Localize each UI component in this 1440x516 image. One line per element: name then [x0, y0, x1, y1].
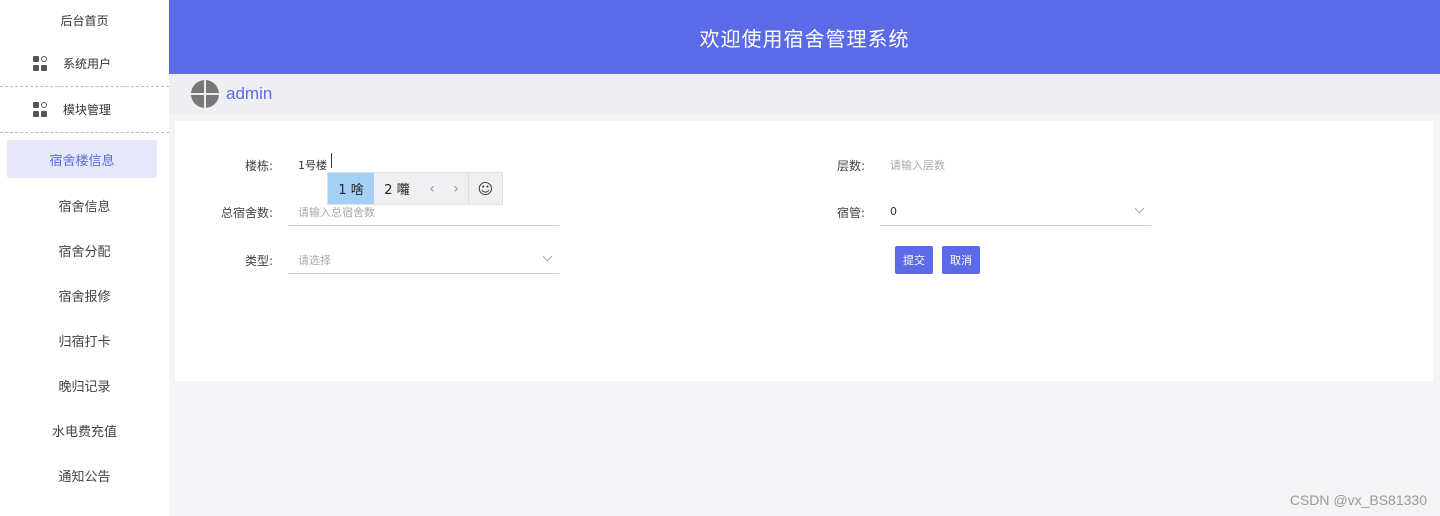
ime-candidate-box: 1 啥 2 囖 ‹ › ☺ — [327, 172, 503, 205]
chevron-down-icon — [542, 251, 553, 262]
sidebar-item-utility-recharge[interactable]: 水电费充值 — [0, 408, 169, 453]
manager-label: 宿管: — [836, 205, 865, 220]
submit-button[interactable]: 提交 — [895, 246, 933, 274]
type-placeholder: 请选择 — [298, 253, 331, 267]
sidebar-item-label: 宿舍信息 — [58, 200, 111, 215]
sidebar-item-label: 宿舍楼信息 — [49, 153, 115, 169]
sidebar: 后台首页 系统用户 模块管理 宿舍楼信息 宿舍信息 宿舍分配 宿舍报修 归宿打卡… — [0, 0, 169, 516]
manager-field: 宿管: 0 — [767, 198, 1151, 226]
sidebar-item-late-records[interactable]: 晚归记录 — [0, 363, 169, 408]
type-field: 类型: 请选择 — [175, 246, 559, 274]
manager-value: 0 — [890, 205, 897, 218]
grid-icon — [33, 55, 49, 72]
page-title: 欢迎使用宿舍管理系统 — [699, 26, 910, 51]
chevron-right-icon[interactable]: › — [444, 173, 468, 204]
sidebar-item-label: 通知公告 — [58, 470, 111, 485]
sidebar-group-modules[interactable]: 模块管理 — [0, 87, 169, 133]
sidebar-item-building-info[interactable]: 宿舍楼信息 — [7, 140, 157, 178]
sidebar-item-checkin[interactable]: 归宿打卡 — [0, 318, 169, 363]
manager-select[interactable]: 0 — [880, 198, 1151, 226]
sidebar-item-label: 宿舍报修 — [58, 290, 111, 305]
cancel-button[interactable]: 取消 — [942, 246, 980, 274]
sidebar-item-dorm-info[interactable]: 宿舍信息 — [0, 183, 169, 228]
type-label: 类型: — [244, 253, 273, 268]
floors-field: 层数: 请输入层数 — [767, 151, 1151, 179]
total-rooms-placeholder: 请输入总宿舍数 — [298, 205, 375, 219]
grid-icon — [33, 101, 49, 118]
sidebar-item-label: 水电费充值 — [51, 425, 117, 440]
sidebar-item-repair[interactable]: 宿舍报修 — [0, 273, 169, 318]
floors-input[interactable]: 请输入层数 — [880, 151, 1151, 179]
sidebar-group-label: 系统用户 — [63, 57, 112, 71]
emoji-icon[interactable]: ☺ — [468, 173, 502, 204]
form-card: 楼栋: 1号楼 总宿舍数: 请输入总宿舍数 类型: 请选择 层数: 请输入层数 … — [175, 121, 1433, 381]
floors-placeholder: 请输入层数 — [890, 159, 945, 172]
header: 欢迎使用宿舍管理系统 — [169, 0, 1440, 74]
sidebar-item-label: 宿舍分配 — [58, 245, 111, 260]
sidebar-item-home[interactable]: 后台首页 — [0, 0, 169, 41]
sidebar-item-dorm-assign[interactable]: 宿舍分配 — [0, 228, 169, 273]
floors-label: 层数: — [836, 158, 865, 173]
text-caret — [331, 153, 332, 168]
username[interactable]: admin — [226, 84, 272, 104]
chevron-down-icon — [1134, 203, 1145, 214]
ime-candidate[interactable]: 1 啥 — [328, 173, 374, 204]
sidebar-group-system-users[interactable]: 系统用户 — [0, 41, 169, 87]
building-value: 1号楼 — [298, 159, 327, 172]
total-rooms-label: 总宿舍数: — [220, 205, 273, 220]
user-bar: admin — [169, 74, 1440, 114]
watermark: CSDN @vx_BS81330 — [1289, 492, 1427, 508]
sidebar-item-label: 后台首页 — [60, 14, 109, 28]
sidebar-item-label: 晚归记录 — [58, 380, 111, 395]
type-select[interactable]: 请选择 — [288, 246, 559, 274]
chevron-left-icon[interactable]: ‹ — [420, 173, 444, 204]
sidebar-group-label: 模块管理 — [63, 103, 112, 117]
ime-candidate[interactable]: 2 囖 — [374, 173, 420, 204]
sidebar-item-notices[interactable]: 通知公告 — [0, 453, 169, 498]
building-label: 楼栋: — [244, 158, 273, 173]
sidebar-item-label: 归宿打卡 — [58, 335, 111, 350]
avatar[interactable] — [191, 80, 219, 108]
